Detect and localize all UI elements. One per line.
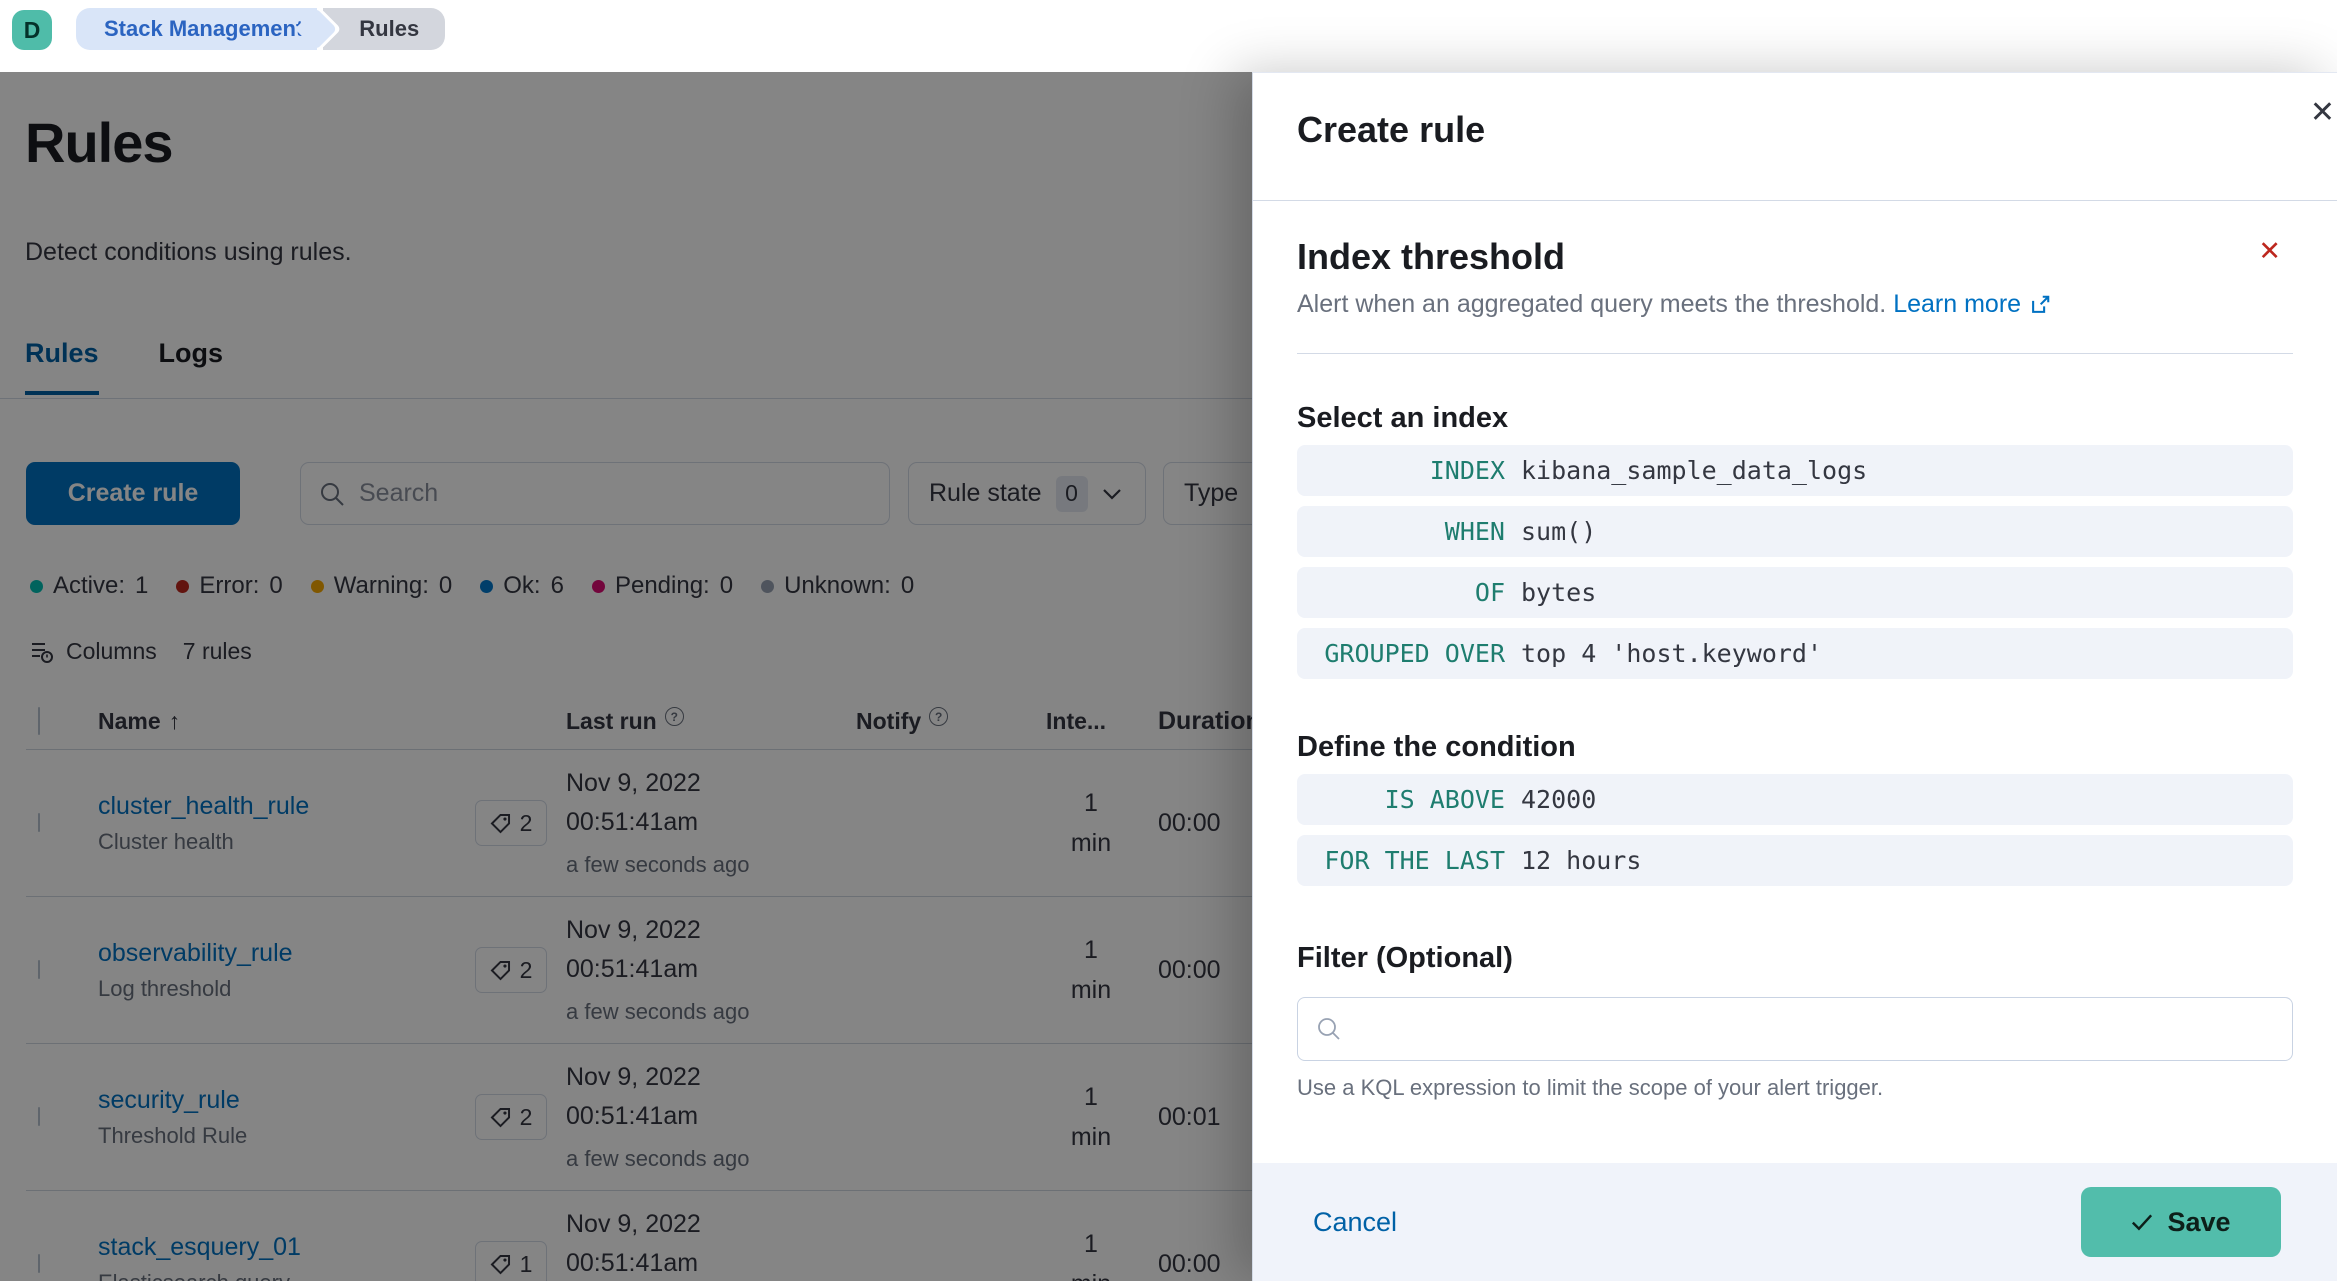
kql-filter-box (1297, 997, 2293, 1061)
condition-heading: Define the condition (1297, 731, 1576, 763)
save-button[interactable]: Save (2081, 1187, 2281, 1257)
flyout-body: Index threshold ✕ Alert when an aggregat… (1253, 202, 2337, 1163)
rule-type-header: Index threshold ✕ (1297, 236, 2293, 278)
expression-of[interactable]: OF bytes (1297, 567, 2293, 618)
flyout-footer: Cancel Save (1253, 1163, 2337, 1281)
rule-type-name: Index threshold (1297, 236, 1566, 277)
expression-grouped-over[interactable]: GROUPED OVER top 4 'host.keyword' (1297, 628, 2293, 679)
rule-type-description: Alert when an aggregated query meets the… (1297, 290, 2293, 319)
select-index-heading: Select an index (1297, 402, 1509, 434)
filter-heading: Filter (Optional) (1297, 942, 1513, 974)
breadcrumb: Stack Management Rules (76, 8, 446, 50)
learn-more-link[interactable]: Learn more (1893, 290, 2051, 319)
expression-is-above[interactable]: IS ABOVE 42000 (1297, 774, 2293, 825)
filter-help-text: Use a KQL expression to limit the scope … (1297, 1075, 1884, 1100)
search-icon (1316, 1016, 1342, 1042)
kql-filter-input[interactable] (1356, 1014, 2274, 1044)
flyout-close-icon[interactable]: ✕ (2310, 95, 2335, 130)
avatar[interactable]: D (12, 10, 52, 50)
divider (1297, 353, 2293, 354)
breadcrumb-rules: Rules (323, 8, 446, 50)
top-header-bar: D Stack Management Rules (0, 0, 2337, 72)
expression-for-the-last[interactable]: FOR THE LAST 12 hours (1297, 835, 2293, 886)
rule-type-close-icon[interactable]: ✕ (2258, 236, 2281, 267)
external-link-icon (2032, 295, 2050, 313)
flyout-title: Create rule (1297, 109, 1486, 150)
check-icon (2132, 1214, 2153, 1231)
expression-when[interactable]: WHEN sum() (1297, 506, 2293, 557)
cancel-button[interactable]: Cancel (1313, 1207, 1397, 1238)
breadcrumb-stack-management[interactable]: Stack Management (76, 8, 318, 50)
expression-index[interactable]: INDEX kibana_sample_data_logs (1297, 445, 2293, 496)
kibana-rules-screen: Rules Detect conditions using rules. Rul… (0, 0, 2337, 1281)
create-rule-flyout: Create rule ✕ Index threshold ✕ Alert wh… (1252, 72, 2337, 1281)
flyout-header: Create rule ✕ (1253, 73, 2337, 201)
